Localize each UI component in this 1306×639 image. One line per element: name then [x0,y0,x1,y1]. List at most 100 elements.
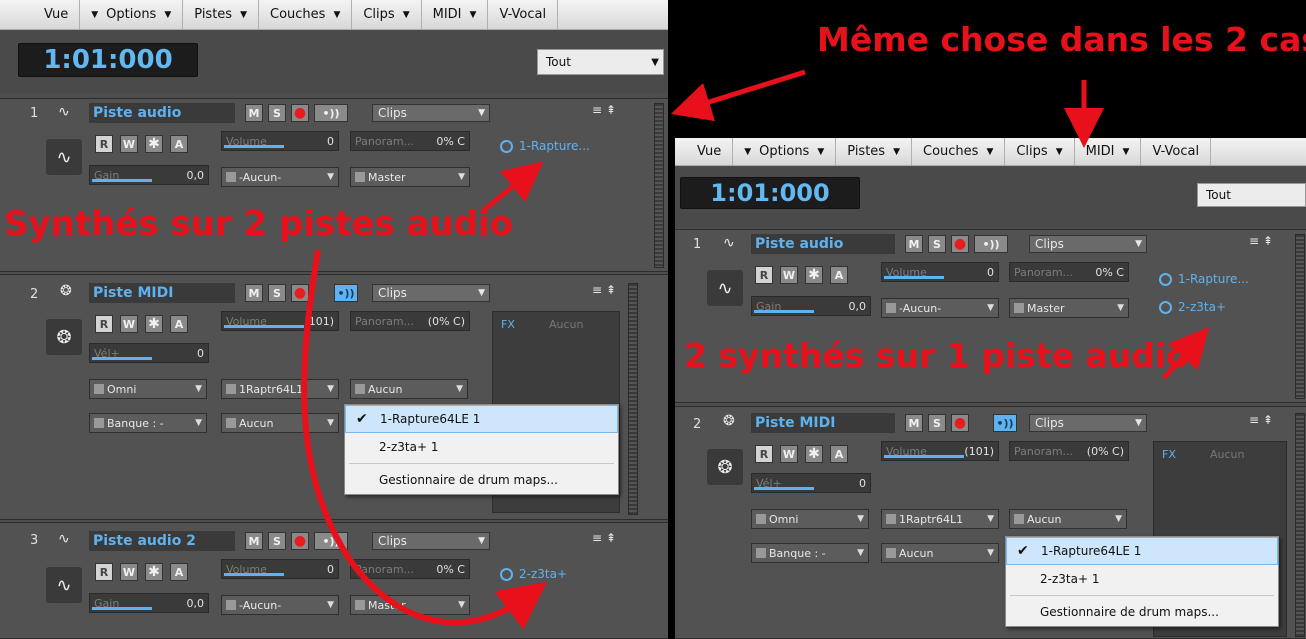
midi-output-dropdown[interactable]: 1Raptr64L1 ▼ [221,379,339,399]
track-menu-icon[interactable]: ≡ ⇞ [592,103,616,117]
record-button[interactable]: ● [291,104,309,122]
mute-button[interactable]: M [905,235,923,253]
menu-vvocal[interactable]: V-Vocal [1141,138,1212,165]
gain-slider[interactable]: Gain 0,0 [89,165,209,185]
input-dropdown[interactable]: -Aucun- ▼ [221,167,339,187]
midi-output-dropdown[interactable]: 1Raptr64L1 ▼ [881,509,999,529]
mute-button[interactable]: M [245,532,263,550]
mute-button[interactable]: M [245,284,263,302]
write-automation-button[interactable]: W [120,563,138,581]
write-automation-button[interactable]: W [780,266,798,284]
star-button[interactable]: ✱ [145,135,163,153]
clips-dropdown[interactable]: Clips ▼ [1029,235,1147,253]
input-dropdown[interactable]: -Aucun- ▼ [881,298,999,318]
menu-item-rapture[interactable]: ✔ 1-Rapture64LE 1 [345,405,618,433]
time-display[interactable]: 1:01:000 [18,43,198,77]
pan-slider[interactable]: Panoram... (0% C) [1009,441,1129,461]
velocity-slider[interactable]: Vél+ 0 [751,473,871,493]
mute-button[interactable]: M [905,414,923,432]
menu-pistes[interactable]: Pistes ▼ [836,138,912,165]
track-name[interactable]: Piste audio [751,234,895,254]
track-menu-icon[interactable]: ≡ ⇞ [592,283,616,297]
bank-dropdown[interactable]: Banque : - ▼ [751,543,869,563]
write-automation-button[interactable]: W [120,315,138,333]
solo-button[interactable]: S [268,532,286,550]
star-button[interactable]: ✱ [145,563,163,581]
pan-slider[interactable]: Panoram... (0% C) [350,311,470,331]
mute-button[interactable]: M [245,104,263,122]
input-dropdown[interactable]: -Aucun- ▼ [221,595,339,615]
archive-button[interactable]: A [830,445,848,463]
monitor-button[interactable]: •)) [314,532,348,550]
menu-vue[interactable]: Vue [30,0,81,29]
menu-item-z3ta[interactable]: 2-z3ta+ 1 [1006,565,1278,593]
clips-dropdown[interactable]: Clips ▼ [372,532,490,550]
menu-vue[interactable]: Vue [683,138,734,165]
write-automation-button[interactable]: W [120,135,138,153]
bank-dropdown[interactable]: Banque : - ▼ [89,413,207,433]
record-button[interactable]: ● [951,414,969,432]
gain-slider[interactable]: Gain 0,0 [751,296,871,316]
pan-slider[interactable]: Panoram... 0% C [1009,262,1129,282]
archive-button[interactable]: A [170,315,188,333]
menu-item-z3ta[interactable]: 2-z3ta+ 1 [345,433,618,461]
velocity-slider[interactable]: Vél+ 0 [89,343,209,363]
read-automation-button[interactable]: R [95,563,113,581]
time-display[interactable]: 1:01:000 [680,177,860,209]
volume-slider[interactable]: Volume 0 [221,559,339,579]
volume-slider[interactable]: Volume 0 [221,131,339,151]
menu-item-drum-maps[interactable]: Gestionnaire de drum maps... [1006,598,1278,626]
solo-button[interactable]: S [268,284,286,302]
track-name[interactable]: Piste audio 2 [89,531,235,551]
read-automation-button[interactable]: R [755,445,773,463]
menu-clips[interactable]: Clips ▼ [352,0,422,29]
menu-couches[interactable]: Couches ▼ [912,138,1006,165]
read-automation-button[interactable]: R [95,315,113,333]
archive-button[interactable]: A [170,563,188,581]
track-menu-icon[interactable]: ≡ ⇞ [1249,413,1273,427]
record-button[interactable]: ● [291,532,309,550]
filter-select[interactable]: Tout [1197,183,1306,207]
synth-slot[interactable]: 2-z3ta+ [500,567,567,581]
solo-button[interactable]: S [268,104,286,122]
track-menu-icon[interactable]: ≡ ⇞ [1249,234,1273,248]
midi-input-dropdown[interactable]: Omni ▼ [751,509,869,529]
track-name[interactable]: Piste MIDI [89,283,235,303]
menu-midi[interactable]: MIDI ▼ [1075,138,1142,165]
menu-options[interactable]: ▼ Options ▼ [733,138,837,165]
filter-select[interactable]: Tout ▼ [537,49,664,75]
synth-slot-1[interactable]: 1-Rapture... [500,139,590,153]
record-button[interactable]: ● [291,284,309,302]
output-dropdown[interactable]: Master ▼ [1009,298,1129,318]
read-automation-button[interactable]: R [755,266,773,284]
synth-slot-1[interactable]: 1-Rapture... [1159,272,1249,286]
volume-slider[interactable]: Volume (101) [221,311,339,331]
menu-couches[interactable]: Couches ▼ [259,0,353,29]
clips-dropdown[interactable]: Clips ▼ [372,104,490,122]
volume-slider[interactable]: Volume 0 [881,262,999,282]
star-button[interactable]: ✱ [805,266,823,284]
star-button[interactable]: ✱ [805,445,823,463]
clips-dropdown[interactable]: Clips ▼ [372,284,490,302]
pan-slider[interactable]: Panoram... 0% C [350,131,470,151]
monitor-button[interactable]: •)) [993,414,1017,432]
patch-dropdown[interactable]: Aucun ▼ [881,543,999,563]
menu-vvocal[interactable]: V-Vocal [488,0,559,29]
track-name[interactable]: Piste MIDI [751,413,895,433]
monitor-button[interactable]: •)) [974,235,1008,253]
solo-button[interactable]: S [928,235,946,253]
menu-options[interactable]: ▼ Options ▼ [80,0,184,29]
archive-button[interactable]: A [830,266,848,284]
gain-slider[interactable]: Gain 0,0 [89,593,209,613]
star-button[interactable]: ✱ [145,315,163,333]
volume-slider[interactable]: Volume (101) [881,441,999,461]
track-menu-icon[interactable]: ≡ ⇞ [592,531,616,545]
menu-pistes[interactable]: Pistes ▼ [183,0,259,29]
patch-dropdown[interactable]: Aucun ▼ [221,413,339,433]
menu-clips[interactable]: Clips ▼ [1005,138,1075,165]
channel-dropdown[interactable]: Aucun ▼ [1009,509,1127,529]
menu-item-rapture[interactable]: ✔ 1-Rapture64LE 1 [1006,537,1278,565]
clips-dropdown[interactable]: Clips ▼ [1029,414,1147,432]
read-automation-button[interactable]: R [95,135,113,153]
pan-slider[interactable]: Panoram... 0% C [350,559,470,579]
